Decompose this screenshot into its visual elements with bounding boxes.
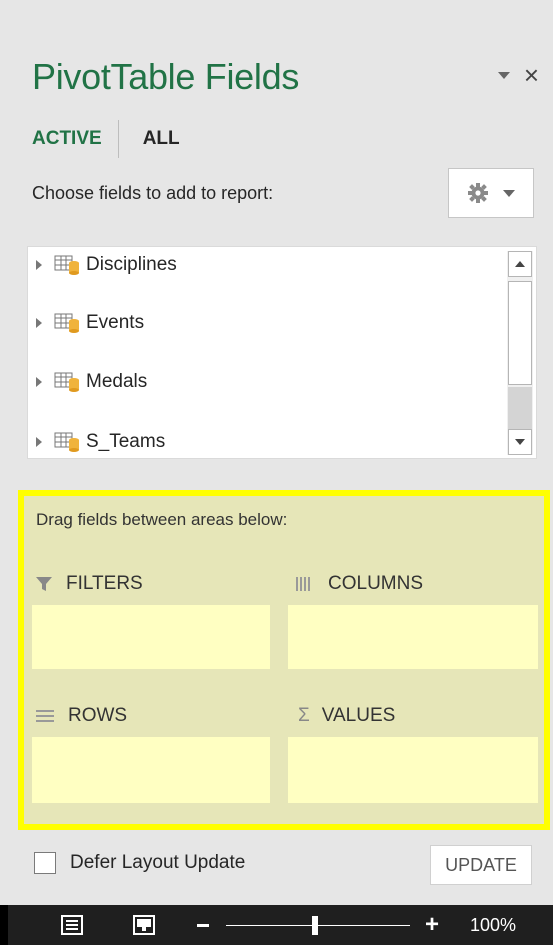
scroll-track[interactable] xyxy=(508,387,532,429)
rows-label: ROWS xyxy=(68,705,128,726)
tab-all[interactable]: ALL xyxy=(119,128,180,150)
rows-drop-area[interactable] xyxy=(32,737,270,803)
pivot-areas: Drag fields between areas below: FILTERS… xyxy=(18,490,550,830)
rows-icon xyxy=(36,710,54,722)
field-tabs: ACTIVE ALL xyxy=(32,120,180,158)
field-list-scrollbar[interactable] xyxy=(507,251,533,455)
scroll-thumb[interactable] xyxy=(508,281,532,385)
panel-title: PivotTable Fields xyxy=(32,56,300,97)
filters-header: FILTERS xyxy=(36,569,143,599)
filters-label: FILTERS xyxy=(66,573,143,594)
normal-view-icon xyxy=(61,915,83,935)
title-controls: × xyxy=(497,62,539,88)
list-item[interactable]: S_Teams xyxy=(36,427,165,457)
expand-icon[interactable] xyxy=(36,377,42,387)
page-layout-icon xyxy=(133,915,155,935)
zoom-level[interactable]: 100% xyxy=(470,915,516,936)
scroll-down-button[interactable] xyxy=(508,429,532,455)
list-item[interactable]: Disciplines xyxy=(36,250,177,280)
expand-icon[interactable] xyxy=(36,318,42,328)
filters-drop-area[interactable] xyxy=(32,605,270,669)
columns-label: COLUMNS xyxy=(328,573,424,594)
field-label: Events xyxy=(86,312,145,333)
list-item[interactable]: Events xyxy=(36,308,144,338)
columns-header: COLUMNS xyxy=(296,569,423,599)
filter-icon xyxy=(36,577,52,591)
zoom-in-button[interactable]: + xyxy=(425,913,439,937)
columns-icon xyxy=(296,577,310,591)
close-icon[interactable]: × xyxy=(524,62,539,88)
field-label: S_Teams xyxy=(86,431,166,452)
expand-icon[interactable] xyxy=(36,260,42,270)
defer-layout-option[interactable]: Defer Layout Update xyxy=(34,852,245,874)
arrow-up-icon xyxy=(515,261,525,267)
drag-fields-label: Drag fields between areas below: xyxy=(36,510,288,529)
values-label: VALUES xyxy=(321,705,396,726)
defer-layout-label: Defer Layout Update xyxy=(70,852,246,873)
field-label: Disciplines xyxy=(86,254,177,275)
defer-layout-checkbox[interactable] xyxy=(34,852,56,874)
arrow-down-icon xyxy=(515,439,525,445)
rows-header: ROWS xyxy=(36,701,127,731)
table-icon xyxy=(54,432,79,452)
sigma-icon: Σ xyxy=(298,705,310,726)
scroll-up-button[interactable] xyxy=(508,251,532,277)
zoom-slider-thumb[interactable] xyxy=(312,916,318,935)
values-header: Σ VALUES xyxy=(298,701,395,731)
gear-icon xyxy=(468,183,488,203)
normal-view-button[interactable] xyxy=(60,915,84,935)
page-layout-view-button[interactable] xyxy=(132,915,156,935)
table-icon xyxy=(54,313,79,333)
columns-drop-area[interactable] xyxy=(288,605,538,669)
tools-button[interactable] xyxy=(448,168,534,218)
choose-fields-label: Choose fields to add to report: xyxy=(32,183,274,203)
status-bar: + 100% xyxy=(0,905,553,945)
task-pane-options-icon[interactable] xyxy=(497,71,510,79)
zoom-slider-track[interactable] xyxy=(226,925,410,926)
expand-icon[interactable] xyxy=(36,437,42,447)
field-list: Disciplines Events Medals S_Teams xyxy=(27,246,537,459)
list-item[interactable]: Medals xyxy=(36,367,147,397)
status-bar-edge xyxy=(0,905,8,945)
chevron-down-icon xyxy=(503,189,515,197)
table-icon xyxy=(54,255,79,275)
tab-active[interactable]: ACTIVE xyxy=(32,128,118,150)
table-icon xyxy=(54,372,79,392)
values-drop-area[interactable] xyxy=(288,737,538,803)
field-label: Medals xyxy=(86,371,148,392)
update-button[interactable]: UPDATE xyxy=(430,845,532,885)
zoom-out-button[interactable] xyxy=(197,924,209,927)
